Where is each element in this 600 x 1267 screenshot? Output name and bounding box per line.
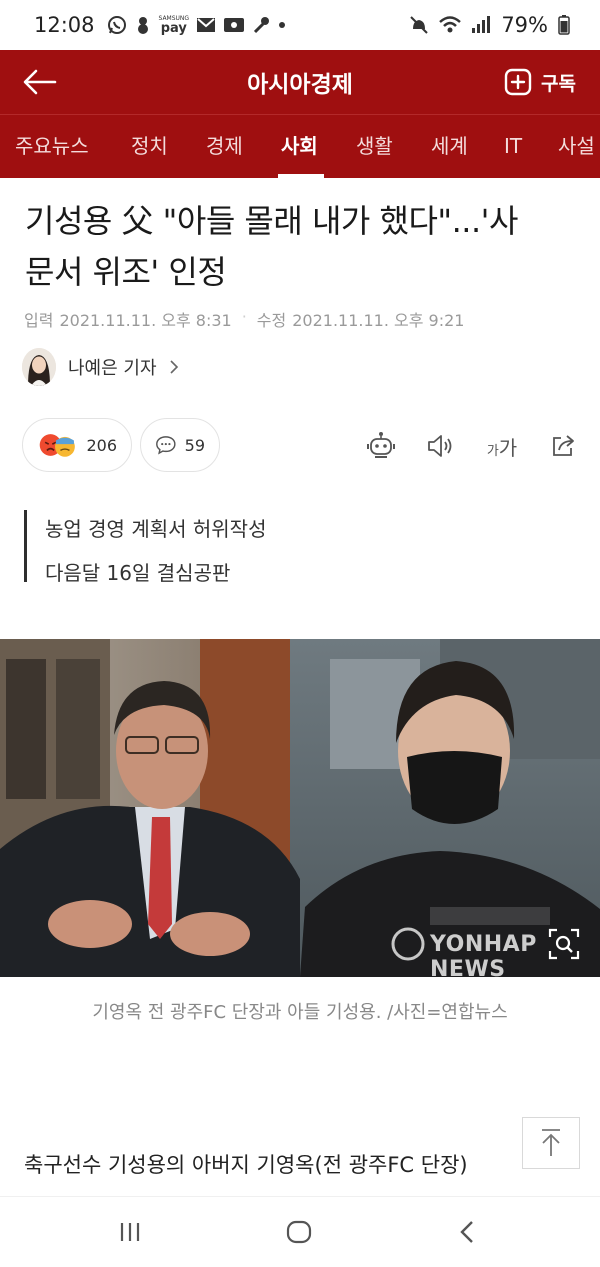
mic-icon — [254, 17, 270, 34]
robot-icon — [367, 432, 395, 458]
dateline-separator: · — [241, 307, 247, 326]
battery-icon — [558, 15, 570, 35]
samsung-pay-icon: SAMSUNG pay — [159, 15, 190, 36]
whatsapp-icon — [107, 16, 126, 34]
comment-count: 59 — [184, 435, 205, 455]
reporter-avatar — [22, 348, 56, 386]
tab-it[interactable]: IT — [504, 115, 522, 178]
chevron-right-icon — [169, 360, 178, 374]
tab-main-news[interactable]: 주요뉴스 — [15, 115, 89, 178]
home-icon — [286, 1220, 312, 1244]
tab-editorial[interactable]: 사설 — [558, 115, 595, 178]
photo-caption: 기영옥 전 광주FC 단장과 아들 기성용. /사진=연합뉴스 — [92, 1002, 508, 1023]
home-button[interactable] — [274, 1215, 324, 1249]
ai-summary-button[interactable] — [364, 430, 398, 462]
reporter-name: 나예은 기자 — [68, 358, 157, 379]
recent-apps-icon — [120, 1223, 140, 1241]
article-dateline: 입력 2021.11.11. 오후 8:31 · 수정 2021.11.11. … — [24, 307, 465, 331]
font-size-large-label: 가 — [498, 435, 518, 460]
share-icon — [553, 435, 574, 456]
subscribe-label: 구독 — [541, 72, 576, 95]
share-button[interactable] — [546, 430, 580, 462]
active-tab-indicator — [278, 174, 324, 178]
status-bar: 12:08 SAMSUNG pay 79% — [0, 0, 600, 50]
status-time: 12:08 — [34, 13, 95, 37]
headline-line-1: 기성용 父 "아들 몰래 내가 했다"...'사 — [25, 202, 518, 240]
photo-icon — [224, 18, 245, 32]
article-summary: 농업 경영 계획서 허위작성 다음달 16일 결심공판 — [24, 510, 267, 585]
back-chevron-icon — [460, 1221, 473, 1243]
signal-icon — [472, 16, 491, 33]
dot-icon — [279, 22, 286, 28]
tab-world[interactable]: 세계 — [431, 115, 468, 178]
font-size-small-label: 가 — [486, 443, 499, 459]
app-header: 아시아경제 구독 — [0, 50, 600, 114]
scroll-to-top-button[interactable] — [522, 1117, 580, 1169]
subscribe-button[interactable]: 구독 — [504, 68, 576, 96]
reaction-emoji-icon — [39, 434, 75, 457]
samsung-pay-bottom: pay — [160, 20, 187, 36]
published-label: 입력 — [24, 311, 54, 330]
plus-box-icon — [504, 68, 532, 96]
wifi-icon — [439, 16, 462, 33]
tab-society[interactable]: 사회 — [281, 115, 318, 178]
zoom-photo-button[interactable] — [544, 924, 584, 964]
back-arrow-icon — [23, 69, 57, 95]
back-nav-button[interactable] — [442, 1215, 492, 1249]
system-nav-bar — [0, 1196, 600, 1267]
back-button[interactable] — [20, 64, 60, 100]
tab-economy[interactable]: 경제 — [206, 115, 243, 178]
dollar-icon — [137, 17, 148, 34]
tab-politics[interactable]: 정치 — [131, 115, 168, 178]
zoom-search-icon — [548, 928, 580, 960]
article-actions: 206 59 가가 — [22, 418, 582, 474]
speaker-icon — [428, 435, 452, 457]
summary-line-2: 다음달 16일 결심공판 — [45, 561, 231, 585]
modified-date: 2021.11.11. 오후 9:21 — [292, 311, 465, 330]
reaction-button[interactable]: 206 — [22, 418, 132, 472]
article-body: 축구선수 기성용의 아버지 기영옥(전 광주FC 단장) — [24, 1153, 468, 1177]
comment-button[interactable]: 59 — [140, 418, 220, 472]
arrow-up-icon — [542, 1129, 560, 1156]
article-headline: 기성용 父 "아들 몰래 내가 했다"...'사 문서 위조' 인정 — [25, 196, 580, 298]
recent-apps-button[interactable] — [105, 1215, 155, 1249]
published-date: 2021.11.11. 오후 8:31 — [59, 311, 232, 330]
headline-line-2: 문서 위조' 인정 — [25, 253, 227, 291]
category-nav: 주요뉴스 정치 경제 사회 생활 세계 IT 사설 — [0, 114, 600, 178]
mail-icon — [197, 18, 216, 32]
modified-label: 수정 — [256, 311, 287, 330]
comment-icon — [156, 436, 176, 455]
battery-percent: 79% — [501, 13, 548, 37]
reaction-count: 206 — [86, 435, 117, 455]
tab-living[interactable]: 생활 — [356, 115, 393, 178]
body-text-fade — [0, 1182, 600, 1196]
article-photo[interactable]: YONHAP NEWS — [0, 639, 600, 977]
font-size-button[interactable]: 가가 — [482, 430, 522, 462]
notification-icons: SAMSUNG pay — [107, 15, 288, 35]
mute-icon — [410, 16, 429, 34]
listen-button[interactable] — [424, 430, 458, 462]
summary-line-1: 농업 경영 계획서 허위작성 — [45, 517, 267, 541]
reporter-link[interactable]: 나예은 기자 — [22, 348, 179, 386]
